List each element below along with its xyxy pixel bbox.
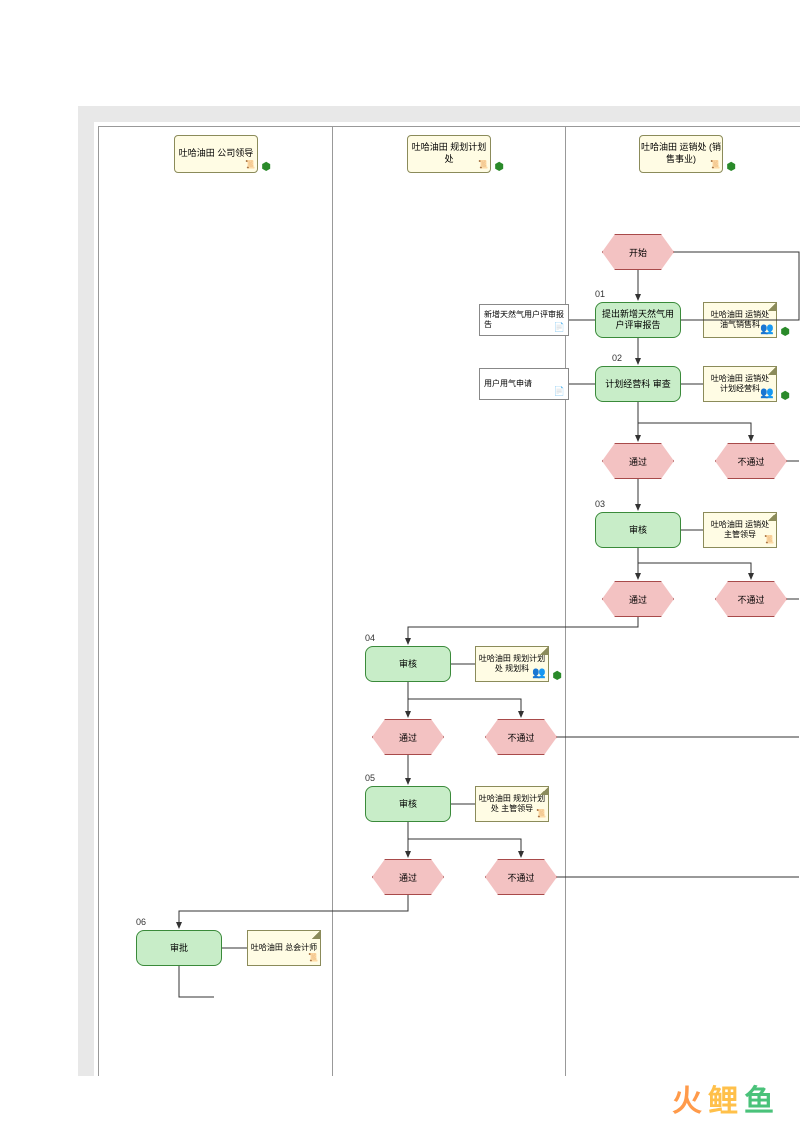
lane-header-2: 吐哈油田 规划计划处📜⬢ <box>407 135 491 173</box>
lane-divider <box>565 127 566 1076</box>
doc-1: 新增天然气用户评审报告 <box>479 304 569 336</box>
decision-fail: 不通过 <box>485 859 557 895</box>
step-number: 04 <box>365 633 375 643</box>
step-number: 05 <box>365 773 375 783</box>
process-01: 提出新增天然气用户评审报告 <box>595 302 681 338</box>
decision-fail: 不通过 <box>715 443 787 479</box>
decision-pass: 通过 <box>602 443 674 479</box>
note-04: 吐哈油田 规划计划处 规划科👥⬢ <box>475 646 549 682</box>
lane-divider <box>332 127 333 1076</box>
step-number: 01 <box>595 289 605 299</box>
step-number: 03 <box>595 499 605 509</box>
process-02: 计划经营科 审查 <box>595 366 681 402</box>
decision-fail: 不通过 <box>485 719 557 755</box>
diagram-inner: 吐哈油田 公司领导📜⬢ 吐哈油田 规划计划处📜⬢ 吐哈油田 运销处 (销售事业)… <box>98 126 800 1076</box>
diagram-frame: 吐哈油田 公司领导📜⬢ 吐哈油田 规划计划处📜⬢ 吐哈油田 运销处 (销售事业)… <box>78 106 800 1076</box>
note-01: 吐哈油田 运销处 油气销售科👥⬢ <box>703 302 777 338</box>
process-06: 审批 <box>136 930 222 966</box>
process-05: 审核 <box>365 786 451 822</box>
decision-fail: 不通过 <box>715 581 787 617</box>
step-number: 06 <box>136 917 146 927</box>
note-02: 吐哈油田 运销处 计划经营科👥⬢ <box>703 366 777 402</box>
process-03: 审核 <box>595 512 681 548</box>
decision-pass: 通过 <box>602 581 674 617</box>
note-06: 吐哈油田 总会计师📜 <box>247 930 321 966</box>
decision-pass: 通过 <box>372 859 444 895</box>
lane-header-3: 吐哈油田 运销处 (销售事业)📜⬢ <box>639 135 723 173</box>
note-03: 吐哈油田 运销处 主管领导📜 <box>703 512 777 548</box>
note-05: 吐哈油田 规划计划处 主管领导📜 <box>475 786 549 822</box>
lane-header-1: 吐哈油田 公司领导📜⬢ <box>174 135 258 173</box>
doc-2: 用户用气申请 <box>479 368 569 400</box>
decision-pass: 通过 <box>372 719 444 755</box>
process-04: 审核 <box>365 646 451 682</box>
start-node: 开始 <box>602 234 674 270</box>
watermark: 火鲤鱼 <box>672 1076 780 1120</box>
step-number: 02 <box>612 353 622 363</box>
